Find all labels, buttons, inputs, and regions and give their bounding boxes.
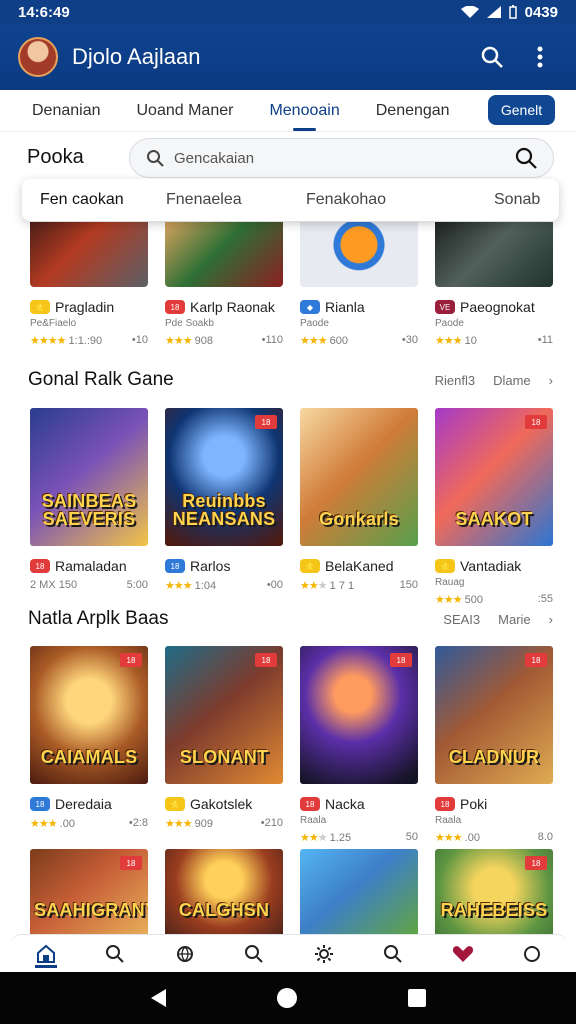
more-vertical-icon[interactable]	[522, 39, 558, 75]
partial-game-row: 18 SAAHIGRANY CALGHSN 18 RAHEBEISS	[30, 849, 553, 937]
heart-icon[interactable]	[445, 939, 481, 969]
app-title: Djolo Aajlaan	[72, 44, 201, 69]
wifi-icon	[460, 6, 479, 18]
game-card[interactable]: 18 RAHEBEISS	[435, 849, 553, 937]
recent-apps-icon[interactable]	[407, 989, 426, 1007]
search-section-label: Pooka	[27, 146, 84, 168]
status-time: 14:6:49	[18, 3, 70, 21]
game-card[interactable]: 18 CAIAMALS 18 Deredaia ★★★ .00 •2:8	[30, 646, 148, 842]
status-bar: 14:6:49 0439	[0, 0, 576, 24]
app-header: Djolo Aajlaan	[0, 24, 576, 90]
game-card[interactable]: 18 Reuinbbs NEANSANS 18 Rarlos ★★★ 1:04 •00	[165, 408, 283, 604]
search-placeholder: Gencakaian	[174, 149, 255, 167]
game-card[interactable]: 18 Karlp Raonak Pde Soakb ★★★ 908 •110	[165, 222, 283, 347]
search-icon[interactable]	[474, 39, 510, 75]
filter-fen-caokan[interactable]: Fen caokan	[40, 191, 166, 209]
search-icon	[147, 150, 164, 167]
home-icon[interactable]	[28, 939, 64, 969]
globe-icon[interactable]	[167, 939, 203, 969]
tab-menooain[interactable]: Menooain	[269, 102, 340, 131]
system-navigation	[0, 972, 576, 1024]
circle-icon[interactable]	[514, 939, 550, 969]
bottom-navigation	[11, 934, 567, 972]
game-card[interactable]: 18 SAAKOT ⭐ Vantadiak Rauag ★★★ 500:55	[435, 408, 553, 606]
avatar[interactable]	[18, 37, 58, 77]
signal-icon	[486, 6, 501, 18]
game-card[interactable]: 18 CLADNUR 18 Poki Raala ★★★ .00 8.0	[435, 646, 553, 844]
game-card[interactable]: 18 SLONANT ⭐ Gakotslek ★★★ 909 •210	[165, 646, 283, 842]
game-row-gonal: SAINBEAS SAEVERIS 18 Ramaladan 2 MX 150 5:0…	[30, 408, 553, 606]
filter-sonab[interactable]: Sonab	[494, 191, 540, 209]
tab-uoand-maner[interactable]: Uoand Maner	[137, 102, 234, 120]
game-row-natla: 18 CAIAMALS 18 Deredaia ★★★ .00 •2:8 18 SLONA…	[30, 646, 553, 844]
section-header-gonal: Gonal Ralk Gane Rienfl3 Dlame ›	[28, 369, 553, 391]
section-link-1[interactable]: SEAI3	[443, 612, 480, 627]
section-links: SEAI3 Marie ›	[443, 612, 553, 627]
search-icon[interactable]	[97, 939, 133, 969]
battery-icon	[508, 5, 517, 19]
search-field[interactable]: Gencakaian	[129, 138, 554, 178]
section-link-2[interactable]: Dlame	[493, 373, 531, 388]
tab-denanian[interactable]: Denanian	[32, 102, 101, 120]
tab-denengan[interactable]: Denengan	[376, 102, 450, 120]
search-icon[interactable]	[236, 939, 272, 969]
section-links: Rienfl3 Dlame ›	[435, 373, 553, 388]
settings-icon[interactable]	[306, 939, 342, 969]
game-card[interactable]: 18 SAAHIGRANY	[30, 849, 148, 937]
game-card[interactable]: Gonkarls ⭐ BelaKaned ★★★ 1 7 1 150	[300, 408, 418, 604]
top-game-row: ⭐ Pragladin Pe&Fiaelo ★★★★ 1:1.:90 •10 18 Kar…	[30, 222, 553, 347]
game-card[interactable]: 18 18 Nacka Raala ★★★ 1.25 50	[300, 646, 418, 844]
game-card[interactable]: CALGHSN	[165, 849, 283, 937]
section-link-2[interactable]: Marie	[498, 612, 531, 627]
filter-fnenaelea[interactable]: Fnenaelea	[166, 191, 306, 209]
battery-text: 0439	[524, 3, 558, 21]
genelt-button[interactable]: Genelt	[488, 95, 555, 125]
game-card[interactable]: VE Paeognokat Paode ★★★ 10 •11	[435, 222, 553, 347]
search-submit-icon[interactable]	[515, 147, 537, 169]
chevron-right-icon[interactable]: ›	[549, 373, 553, 388]
chevron-right-icon[interactable]: ›	[549, 612, 553, 627]
search-icon[interactable]	[375, 939, 411, 969]
section-title: Gonal Ralk Gane	[28, 369, 174, 390]
status-icons: 0439	[460, 3, 558, 21]
game-card[interactable]: ◆ Rianla Paode ★★★ 600 •30	[300, 222, 418, 347]
section-link-1[interactable]: Rienfl3	[435, 373, 475, 388]
back-icon[interactable]	[150, 989, 166, 1007]
section-header-natla: Natla Arplk Baas SEAI3 Marie ›	[28, 608, 553, 630]
category-tabs: Denanian Uoand Maner Menooain Denengan G…	[0, 90, 576, 132]
filter-popover: Fen caokan Fnenaelea Fenakohao Sonab	[22, 179, 559, 221]
filter-fenakohao[interactable]: Fenakohao	[306, 191, 494, 209]
game-card[interactable]: ⭐ Pragladin Pe&Fiaelo ★★★★ 1:1.:90 •10	[30, 222, 148, 347]
section-title: Natla Arplk Baas	[28, 608, 169, 629]
game-card[interactable]: SAINBEAS SAEVERIS 18 Ramaladan 2 MX 150 5:0…	[30, 408, 148, 604]
game-card[interactable]	[300, 849, 418, 937]
home-circle-icon[interactable]	[276, 988, 297, 1008]
